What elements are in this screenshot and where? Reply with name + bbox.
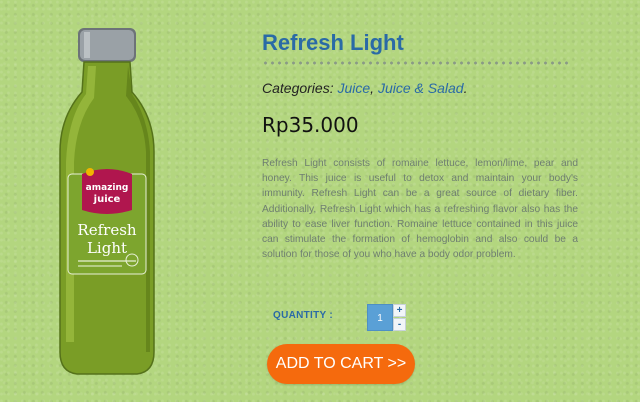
product-title: Refresh Light bbox=[262, 30, 404, 55]
label-brand-line1: amazing bbox=[86, 183, 129, 193]
quantity-input[interactable]: 1 bbox=[367, 304, 393, 331]
quantity-label: QUANTITY : bbox=[273, 310, 334, 321]
title-divider bbox=[262, 61, 572, 65]
category-end: . bbox=[463, 80, 468, 96]
label-brand-line2: juice bbox=[93, 194, 121, 205]
product-image: amazing juice Refresh Light bbox=[59, 28, 155, 375]
label-name-line1: Refresh bbox=[77, 221, 136, 239]
label-name-line2: Light bbox=[87, 239, 127, 257]
category-link-juice[interactable]: Juice bbox=[337, 80, 370, 96]
add-to-cart-button[interactable]: ADD TO CART >> bbox=[267, 344, 415, 384]
categories-label: Categories: bbox=[262, 80, 334, 96]
product-description: Refresh Light consists of romaine lettuc… bbox=[262, 158, 578, 261]
quantity-increment-button[interactable]: + bbox=[393, 304, 406, 317]
product-categories: Categories: Juice, Juice & Salad. bbox=[262, 80, 467, 96]
product-price: Rp35.000 bbox=[262, 113, 359, 137]
quantity-decrement-button[interactable]: - bbox=[393, 318, 406, 331]
category-link-juice-salad[interactable]: Juice & Salad bbox=[378, 80, 464, 96]
category-separator: , bbox=[370, 80, 375, 96]
